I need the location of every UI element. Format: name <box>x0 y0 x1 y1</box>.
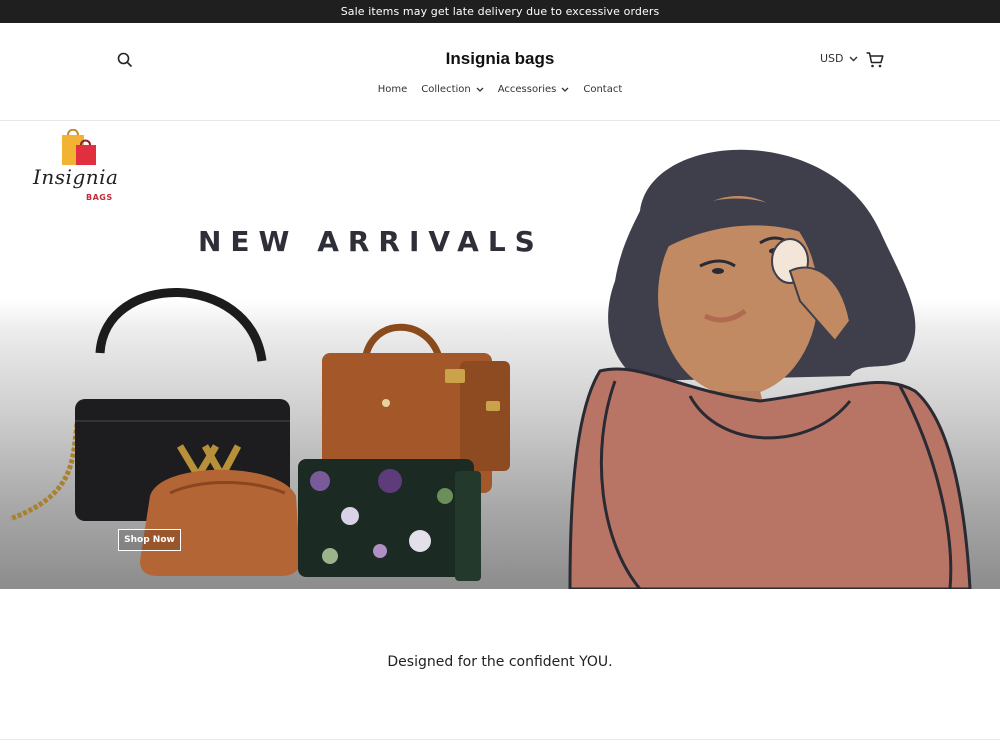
nav-item-collection[interactable]: Collection <box>421 84 484 95</box>
cart-button[interactable] <box>865 50 885 70</box>
currency-selector[interactable]: USD <box>820 52 858 65</box>
tagline-text: Designed for the confident YOU. <box>387 654 613 670</box>
nav-item-home[interactable]: Home <box>378 84 408 95</box>
chevron-down-icon <box>476 87 484 92</box>
shop-now-button[interactable]: Shop Now <box>118 529 181 551</box>
cart-icon <box>866 52 884 68</box>
chevron-down-icon <box>849 56 858 61</box>
announcement-bar: Sale items may get late delivery due to … <box>0 0 1000 23</box>
currency-label: USD <box>820 52 844 65</box>
announcement-text: Sale items may get late delivery due to … <box>340 5 660 18</box>
nav-item-label: Contact <box>583 84 623 95</box>
hero-heading: NEW ARRIVALS <box>198 225 544 258</box>
woman-illustration-image <box>568 149 972 589</box>
main-nav: Home Collection Accessories Contact <box>0 84 1000 95</box>
nav-item-label: Home <box>377 84 408 95</box>
chevron-down-icon <box>561 87 569 92</box>
hero-illustration <box>9 149 972 589</box>
logo-subtext: BAGS <box>86 193 113 202</box>
brown-pouch-image <box>140 469 300 576</box>
section-divider <box>0 739 1000 740</box>
nav-item-accessories[interactable]: Accessories <box>498 84 570 95</box>
logo-script-text: Insignia <box>33 165 119 189</box>
brand-logo: Insignia BAGS <box>30 129 130 209</box>
nav-item-contact[interactable]: Contact <box>583 84 622 95</box>
nav-item-label: Collection <box>421 84 471 95</box>
nav-item-label: Accessories <box>497 84 557 95</box>
site-header: Insignia bags USD Home Collection Access… <box>0 23 1000 121</box>
hero-banner[interactable]: Insignia BAGS NEW ARRIVALS Shop Now <box>0 121 1000 589</box>
floral-bag-image <box>298 459 481 581</box>
